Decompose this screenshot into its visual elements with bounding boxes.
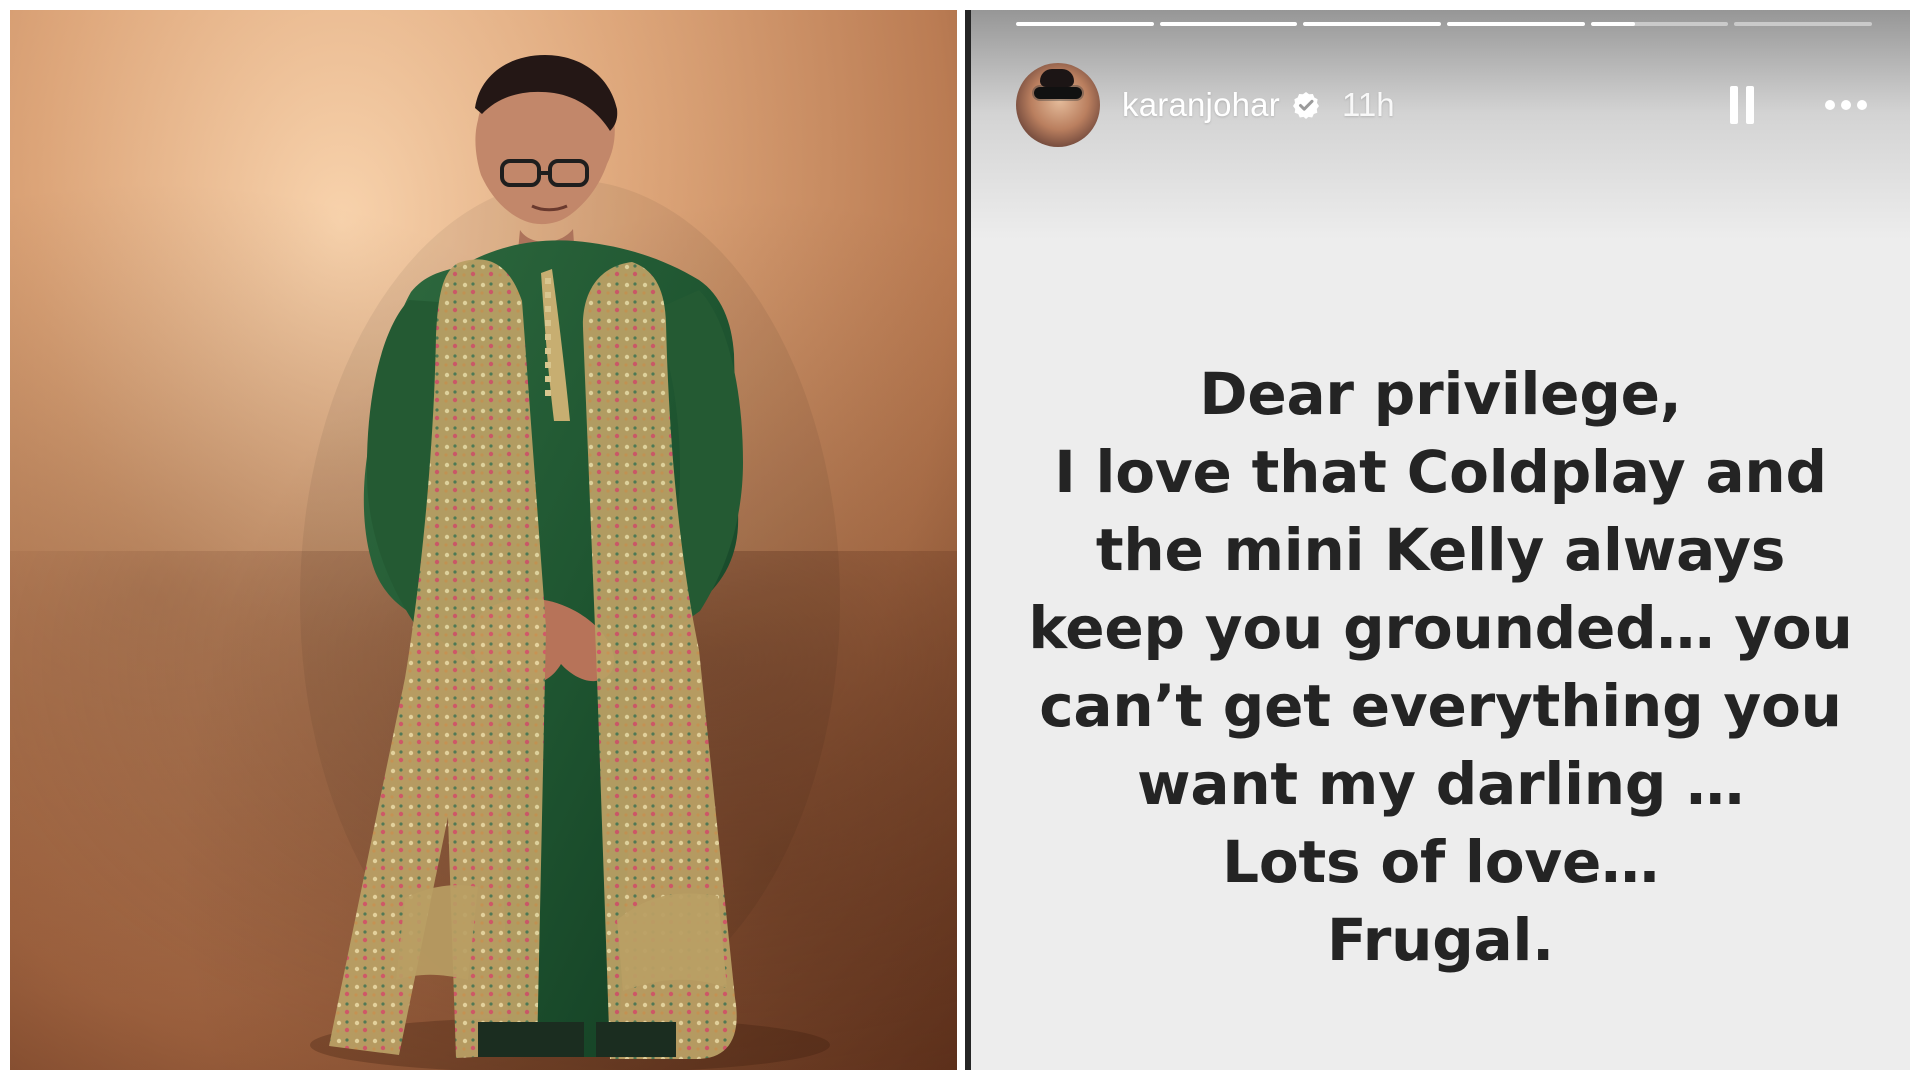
story-text-line: the mini Kelly always	[1095, 516, 1786, 584]
more-dot	[1841, 100, 1851, 110]
story-text-line: can’t get everything you	[1039, 672, 1842, 740]
username[interactable]: karanjohar	[1122, 86, 1280, 124]
story-progress-segment	[1447, 22, 1585, 26]
story-text-line: Frugal.	[1327, 906, 1554, 974]
story-progress-segment	[1303, 22, 1442, 26]
avatar[interactable]	[1016, 63, 1100, 147]
more-dot	[1825, 100, 1835, 110]
pause-bar-right	[1746, 86, 1754, 124]
story-text-line: want my darling …	[1137, 750, 1744, 818]
story-author[interactable]: karanjohar 11h	[1122, 86, 1395, 124]
more-options-icon	[1825, 100, 1867, 110]
page: karanjohar 11h Dear privilege, I love th…	[0, 0, 1920, 1080]
story-progress-segment	[1590, 22, 1729, 26]
story-actions	[1718, 81, 1870, 129]
story-progress-fill	[1016, 22, 1154, 26]
story-progress-fill	[1159, 22, 1298, 26]
story-message: Dear privilege, I love that Coldplay and…	[1025, 355, 1856, 979]
story-text-line: Lots of love…	[1222, 828, 1659, 896]
story-text-line: keep you grounded… you	[1028, 594, 1853, 662]
story-progress-segment	[1159, 22, 1298, 26]
verified-badge-icon	[1290, 89, 1322, 121]
story-timestamp: 11h	[1341, 86, 1395, 123]
story-progress-fill	[1447, 22, 1585, 26]
story-progress-segment	[1016, 22, 1154, 26]
instagram-story-panel: karanjohar 11h Dear privilege, I love th…	[965, 10, 1910, 1070]
person-photo	[300, 55, 840, 1070]
story-header: karanjohar 11h	[1016, 62, 1870, 148]
story-progress-fill	[1303, 22, 1442, 26]
story-text-line: I love that Coldplay and	[1054, 438, 1827, 506]
pause-bar-left	[1730, 86, 1738, 124]
story-text-line: Dear privilege,	[1199, 360, 1682, 428]
pause-button[interactable]	[1718, 81, 1766, 129]
story-progress-segment	[1734, 22, 1873, 26]
left-photo-panel	[10, 10, 957, 1070]
pause-icon	[1730, 86, 1754, 124]
more-options-button[interactable]	[1822, 81, 1870, 129]
more-dot	[1857, 100, 1867, 110]
story-progress-bar	[1016, 22, 1873, 28]
story-progress-fill	[1590, 22, 1635, 26]
